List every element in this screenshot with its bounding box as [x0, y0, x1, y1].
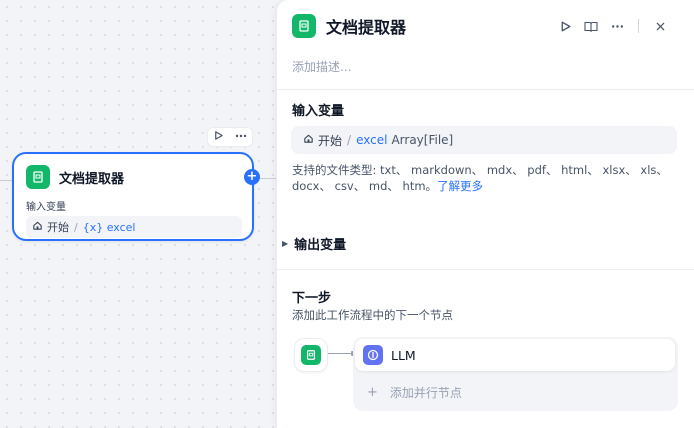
node-config-panel: 文档提取器 添加描述... 输入变量 开始 / excel Array[File…: [276, 0, 694, 428]
learn-more-link[interactable]: 了解更多: [437, 179, 483, 193]
toolbar-divider: [638, 19, 639, 33]
edge-out: [258, 178, 276, 179]
add-parallel-node-button[interactable]: + 添加并行节点: [367, 384, 462, 401]
book-icon: [584, 21, 598, 32]
divider: [277, 89, 694, 90]
help-doc-button[interactable]: [578, 16, 604, 36]
more-icon[interactable]: [235, 130, 247, 145]
current-node-thumb: [294, 338, 328, 372]
variable-type: Array[File]: [391, 133, 454, 147]
panel-toolbar: [552, 16, 673, 36]
output-section-toggle[interactable]: ▶ 输出变量: [282, 234, 346, 253]
start-label: 开始: [318, 133, 343, 148]
document-icon: [301, 345, 321, 365]
extractor-node[interactable]: 文档提取器 输入变量 开始 / {x} excel: [12, 152, 254, 241]
node-title: 文档提取器: [59, 171, 125, 187]
add-parallel-label: 添加并行节点: [389, 386, 462, 400]
separator: /: [347, 133, 352, 147]
add-next-node-button[interactable]: +: [244, 169, 260, 185]
llm-label: LLM: [391, 347, 416, 363]
document-icon: [292, 14, 316, 38]
output-section-title: 输出变量: [294, 238, 347, 253]
edge-in: [0, 180, 12, 181]
input-section-title: 输入变量: [292, 104, 345, 119]
close-icon: [656, 22, 664, 30]
chevron-right-icon: ▶: [282, 239, 289, 248]
run-step-button[interactable]: [552, 16, 578, 36]
node-start-label: 开始: [47, 221, 69, 234]
panel-more-button[interactable]: [604, 16, 630, 36]
supported-file-types: 支持的文件类型: txt、 markdown、 mdx、 pdf、 html、 …: [292, 162, 677, 194]
description-input[interactable]: 添加描述...: [292, 58, 351, 75]
next-step-description: 添加此工作流程中的下一个节点: [292, 308, 453, 322]
node-action-bar: [207, 127, 253, 147]
plus-icon: +: [367, 385, 378, 400]
panel-title[interactable]: 文档提取器: [326, 14, 406, 38]
node-input-label: 输入变量: [26, 202, 66, 213]
run-node-icon[interactable]: [213, 130, 224, 144]
next-step-targets: LLM + 添加并行节点: [353, 337, 678, 411]
llm-icon: [363, 345, 383, 365]
node-input-variable: 开始 / {x} excel: [26, 216, 242, 238]
llm-node-item[interactable]: LLM: [355, 339, 675, 371]
node-separator: /: [74, 220, 78, 234]
home-icon: [303, 133, 314, 147]
node-var-name: {x} excel: [82, 220, 136, 234]
play-icon: [561, 21, 570, 31]
close-panel-button[interactable]: [647, 16, 673, 36]
variable-name: excel: [356, 133, 388, 147]
divider: [277, 269, 694, 270]
input-variable-field[interactable]: 开始 / excel Array[File]: [291, 126, 677, 154]
home-icon: [32, 220, 43, 234]
more-icon: [611, 24, 623, 28]
next-step-title: 下一步: [292, 291, 332, 306]
document-icon: [26, 165, 50, 189]
